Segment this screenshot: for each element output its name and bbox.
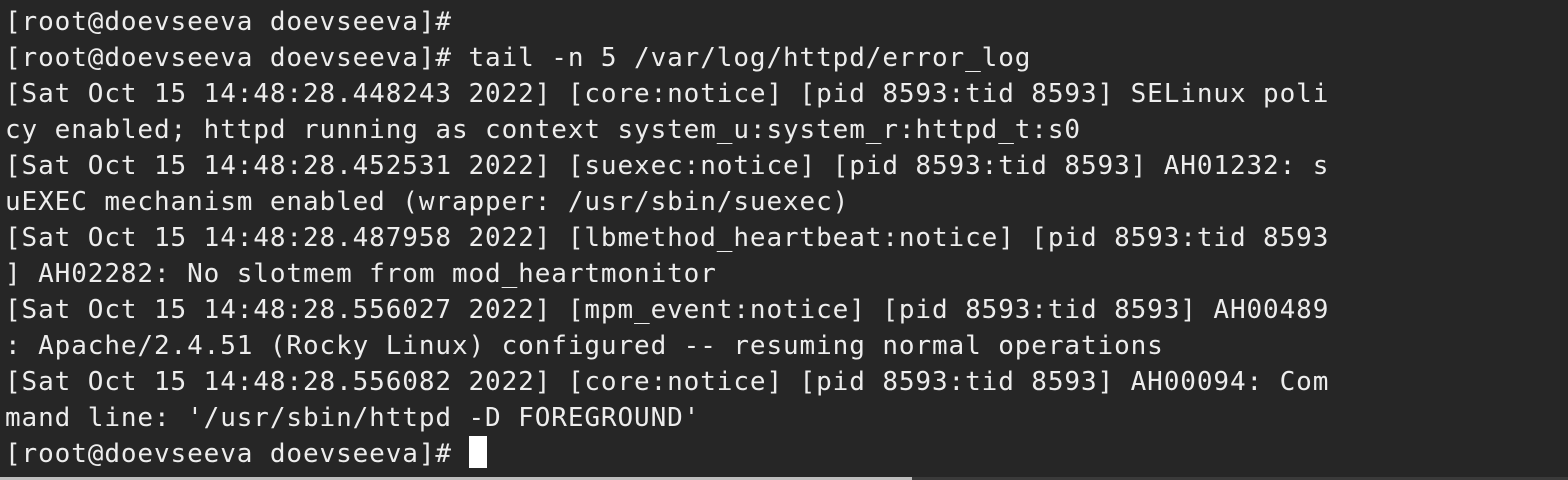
terminal-line: mand line: '/usr/sbin/httpd -D FOREGROUN… xyxy=(5,403,701,433)
terminal-prompt-line[interactable]: [root@doevseeva doevseeva]# xyxy=(5,436,1565,472)
terminal-line: [Sat Oct 15 14:48:28.452531 2022] [suexe… xyxy=(5,151,1330,181)
terminal-line: uEXEC mechanism enabled (wrapper: /usr/s… xyxy=(5,187,850,217)
terminal-line: [root@doevseeva doevseeva]# tail -n 5 /v… xyxy=(5,43,1032,73)
terminal-line: : Apache/2.4.51 (Rocky Linux) configured… xyxy=(5,331,1164,361)
terminal-line: [Sat Oct 15 14:48:28.556027 2022] [mpm_e… xyxy=(5,295,1330,325)
terminal-output: [root@doevseeva doevseeva]# [root@doevse… xyxy=(5,4,1565,472)
terminal-line: ] AH02282: No slotmem from mod_heartmoni… xyxy=(5,259,717,289)
terminal-window[interactable]: [root@doevseeva doevseeva]# [root@doevse… xyxy=(0,0,1568,477)
terminal-line: [Sat Oct 15 14:48:28.556082 2022] [core:… xyxy=(5,367,1330,397)
terminal-cursor xyxy=(468,436,487,468)
terminal-line: [Sat Oct 15 14:48:28.448243 2022] [core:… xyxy=(5,79,1330,109)
terminal-prompt: [root@doevseeva doevseeva]# xyxy=(5,439,469,469)
terminal-line: [Sat Oct 15 14:48:28.487958 2022] [lbmet… xyxy=(5,223,1330,253)
terminal-line: [root@doevseeva doevseeva]# xyxy=(5,7,452,37)
terminal-line: cy enabled; httpd running as context sys… xyxy=(5,115,1081,145)
